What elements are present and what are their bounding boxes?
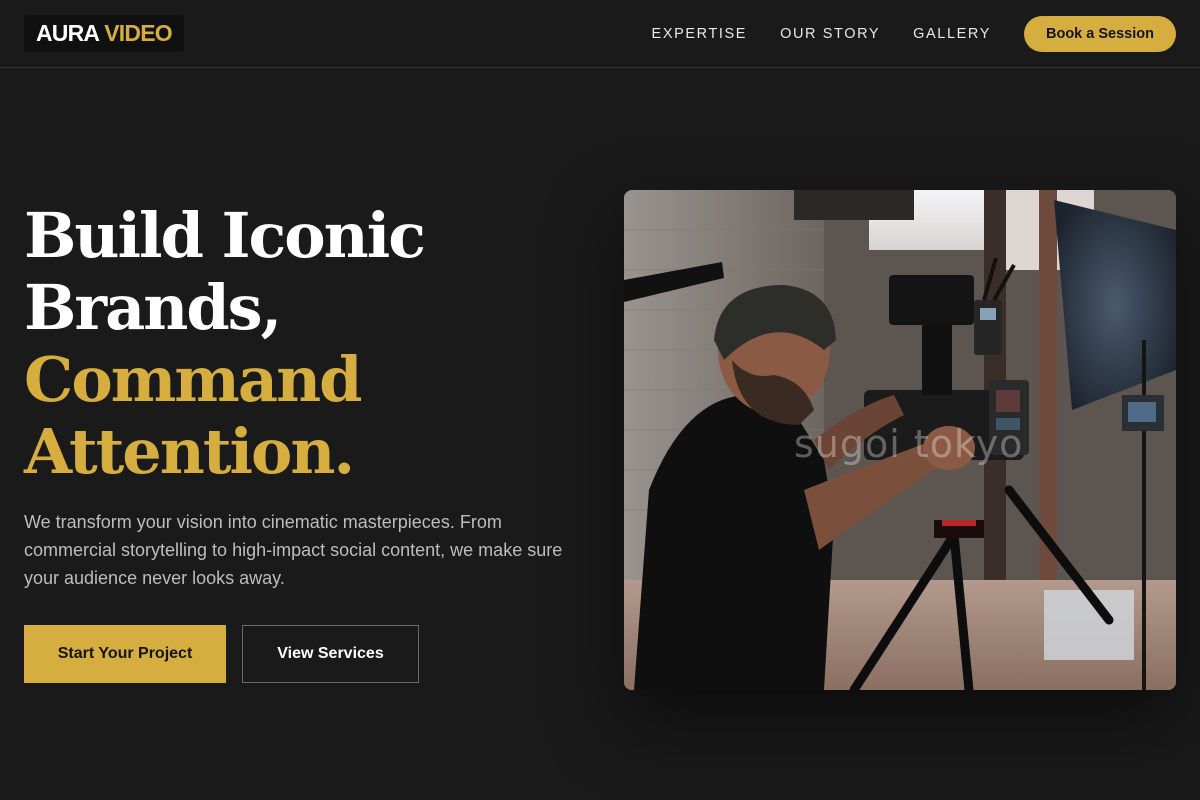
brand-logo-part1: AURA <box>36 20 100 46</box>
nav-link-our-story[interactable]: OUR STORY <box>780 26 880 42</box>
brand-logo-part2: VIDEO <box>104 20 172 46</box>
brand-logo[interactable]: AURA VIDEO <box>24 15 184 52</box>
headline-line-3: Command <box>24 343 363 416</box>
hero-description: We transform your vision into cinematic … <box>24 512 563 588</box>
hero-image-videographer: sugoi tokyo <box>624 190 1176 690</box>
top-navigation-bar: AURA VIDEO EXPERTISE OUR STORY GALLERY B… <box>0 0 1200 68</box>
headline-line-1: Build Iconic <box>24 199 426 272</box>
start-project-button[interactable]: Start Your Project <box>24 625 226 683</box>
hero-headline: Build Iconic Brands, Command Attention. <box>24 199 426 488</box>
nav-link-gallery[interactable]: GALLERY <box>913 26 991 42</box>
book-session-button[interactable]: Book a Session <box>1024 16 1176 52</box>
view-services-button[interactable]: View Services <box>242 625 419 683</box>
headline-line-2: Brands, <box>24 271 282 344</box>
image-watermark: sugoi tokyo <box>794 422 1024 466</box>
nav-link-expertise[interactable]: EXPERTISE <box>652 26 748 42</box>
nav-links: EXPERTISE OUR STORY GALLERY Book a Sessi… <box>652 16 1176 52</box>
headline-line-4: Attention. <box>24 415 355 488</box>
